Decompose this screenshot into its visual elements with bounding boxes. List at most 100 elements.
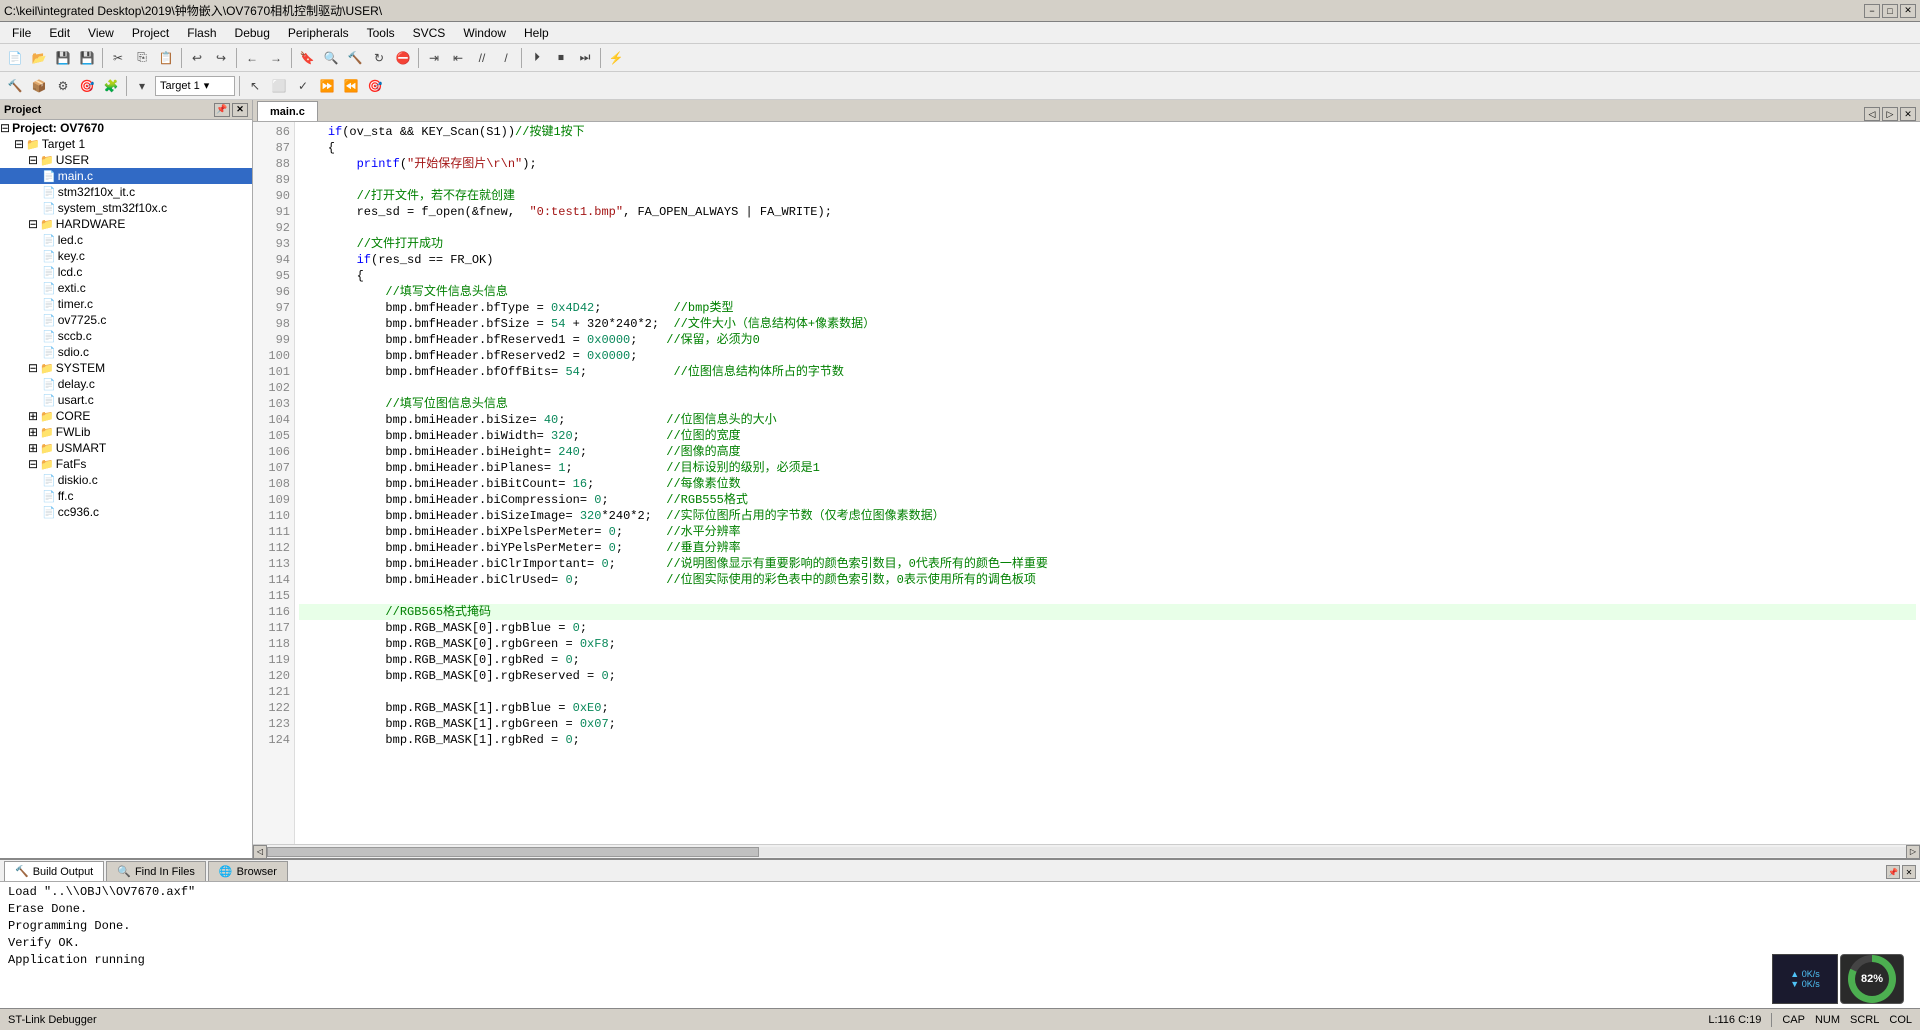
tree-item[interactable]: 📄 cc936.c (0, 504, 252, 520)
cut-button[interactable]: ✂ (107, 47, 129, 69)
target-dropdown[interactable]: Target 1 ▾ (155, 76, 235, 96)
step-over-btn[interactable]: ⏭ (574, 47, 596, 69)
menu-item-debug[interactable]: Debug (227, 24, 278, 42)
target-config-btn[interactable]: 🎯 (76, 75, 98, 97)
tree-item[interactable]: ⊟ Project: OV7670 (0, 120, 252, 136)
tree-item[interactable]: 📄 stm32f10x_it.c (0, 184, 252, 200)
redo-button[interactable]: ↪ (210, 47, 232, 69)
project-close-btn[interactable]: ✕ (232, 103, 248, 117)
tree-item[interactable]: ⊟ 📁 FatFs (0, 456, 252, 472)
build-tab-find-in-files[interactable]: 🔍Find In Files (106, 861, 206, 881)
components-btn[interactable]: 🧩 (100, 75, 122, 97)
project-pin-btn[interactable]: 📌 (214, 103, 230, 117)
menu-item-tools[interactable]: Tools (359, 24, 403, 42)
tree-item[interactable]: ⊞ 📁 CORE (0, 408, 252, 424)
minimize-button[interactable]: − (1864, 4, 1880, 18)
cursor-select-btn[interactable]: ↖ (244, 75, 266, 97)
scroll-thumb[interactable] (267, 847, 759, 857)
menu-item-view[interactable]: View (80, 24, 122, 42)
comment-btn[interactable]: // (471, 47, 493, 69)
menu-item-window[interactable]: Window (455, 24, 514, 42)
paste-button[interactable]: 📋 (155, 47, 177, 69)
open-button[interactable]: 📂 (28, 47, 50, 69)
tree-item[interactable]: 📄 main.c (0, 168, 252, 184)
tab-controls[interactable]: ◁ ▷ ✕ (1864, 107, 1916, 121)
title-bar-buttons[interactable]: − □ ✕ (1864, 4, 1916, 18)
indent-btn[interactable]: ⇥ (423, 47, 445, 69)
target2-btn[interactable]: 🎯 (364, 75, 386, 97)
scroll-left-btn[interactable]: ◁ (253, 845, 267, 859)
tab-close-btn[interactable]: ✕ (1900, 107, 1916, 121)
rebuild-btn[interactable]: ↻ (368, 47, 390, 69)
menu-item-edit[interactable]: Edit (41, 24, 78, 42)
tree-item[interactable]: 📄 delay.c (0, 376, 252, 392)
build-btn2[interactable]: 🔨 (4, 75, 26, 97)
build-panel-pin-btn[interactable]: 📌 (1886, 865, 1900, 879)
tree-item[interactable]: 📄 diskio.c (0, 472, 252, 488)
scroll-track[interactable] (267, 847, 1906, 857)
code-line: bmp.bmiHeader.biXPelsPerMeter= 0; //水平分辨… (299, 524, 1916, 540)
tree-item[interactable]: 📄 system_stm32f10x.c (0, 200, 252, 216)
tree-item[interactable]: 📄 timer.c (0, 296, 252, 312)
build-panel-close-btn[interactable]: ✕ (1902, 865, 1916, 879)
debug-start-btn[interactable]: ⏵ (526, 47, 548, 69)
tree-item[interactable]: 📄 ov7725.c (0, 312, 252, 328)
flash-btn[interactable]: ⚡ (605, 47, 627, 69)
nav-forward-button[interactable]: → (265, 47, 287, 69)
maximize-button[interactable]: □ (1882, 4, 1898, 18)
tree-item[interactable]: 📄 sdio.c (0, 344, 252, 360)
next-btn[interactable]: ⏩ (316, 75, 338, 97)
bookmark-button[interactable]: 🔖 (296, 47, 318, 69)
tree-item[interactable]: 📄 led.c (0, 232, 252, 248)
check-btn[interactable]: ✓ (292, 75, 314, 97)
tree-item[interactable]: ⊞ 📁 USMART (0, 440, 252, 456)
menu-item-file[interactable]: File (4, 24, 39, 42)
tab-right-btn[interactable]: ▷ (1882, 107, 1898, 121)
uncomment-btn[interactable]: / (495, 47, 517, 69)
tree-item[interactable]: 📄 sccb.c (0, 328, 252, 344)
tree-item[interactable]: ⊟ 📁 Target 1 (0, 136, 252, 152)
menu-item-svcs[interactable]: SVCS (405, 24, 454, 42)
menu-item-help[interactable]: Help (516, 24, 557, 42)
tree-item[interactable]: ⊟ 📁 USER (0, 152, 252, 168)
code-line (299, 220, 1916, 236)
tab-main-c[interactable]: main.c (257, 101, 318, 121)
menu-item-flash[interactable]: Flash (179, 24, 224, 42)
debug-stop-btn[interactable]: ⏹ (550, 47, 572, 69)
outdent-btn[interactable]: ⇤ (447, 47, 469, 69)
code-content[interactable]: if(ov_sta && KEY_Scan(S1))//按键1按下 { prin… (295, 122, 1920, 844)
build-tab-browser[interactable]: 🌐Browser (208, 861, 288, 881)
build-tab-controls[interactable]: 📌 ✕ (1886, 865, 1916, 881)
h-scroll[interactable]: ◁ ▷ (253, 844, 1920, 858)
project-header-icons[interactable]: 📌 ✕ (214, 103, 248, 117)
close-button[interactable]: ✕ (1900, 4, 1916, 18)
build-btn[interactable]: 🔨 (344, 47, 366, 69)
tree-item[interactable]: ⊞ 📁 FWLib (0, 424, 252, 440)
tree-item[interactable]: 📄 exti.c (0, 280, 252, 296)
erase-btn[interactable]: ⬜ (268, 75, 290, 97)
find-button[interactable]: 🔍 (320, 47, 342, 69)
copy-button[interactable]: ⎘ (131, 47, 153, 69)
tree-item[interactable]: ⊟ 📁 HARDWARE (0, 216, 252, 232)
scroll-right-btn[interactable]: ▷ (1906, 845, 1920, 859)
tab-left-btn[interactable]: ◁ (1864, 107, 1880, 121)
prev-btn[interactable]: ⏪ (340, 75, 362, 97)
stop-build-btn[interactable]: ⛔ (392, 47, 414, 69)
tree-item[interactable]: 📄 usart.c (0, 392, 252, 408)
new-file-button[interactable]: 📄 (4, 47, 26, 69)
menu-item-project[interactable]: Project (124, 24, 177, 42)
tree-item[interactable]: 📄 lcd.c (0, 264, 252, 280)
save-button[interactable]: 💾 (52, 47, 74, 69)
tree-item[interactable]: 📄 key.c (0, 248, 252, 264)
tree-item[interactable]: 📄 ff.c (0, 488, 252, 504)
menu-item-peripherals[interactable]: Peripherals (280, 24, 357, 42)
target-dropdown-btn[interactable]: ▾ (131, 75, 153, 97)
config-btn[interactable]: ⚙ (52, 75, 74, 97)
build-tab-build-output[interactable]: 🔨Build Output (4, 861, 104, 881)
folder-icon: 📁 (40, 426, 54, 439)
undo-button[interactable]: ↩ (186, 47, 208, 69)
tree-item[interactable]: ⊟ 📁 SYSTEM (0, 360, 252, 376)
flash-btn2[interactable]: 📦 (28, 75, 50, 97)
save-all-button[interactable]: 💾 (76, 47, 98, 69)
nav-back-button[interactable]: ← (241, 47, 263, 69)
